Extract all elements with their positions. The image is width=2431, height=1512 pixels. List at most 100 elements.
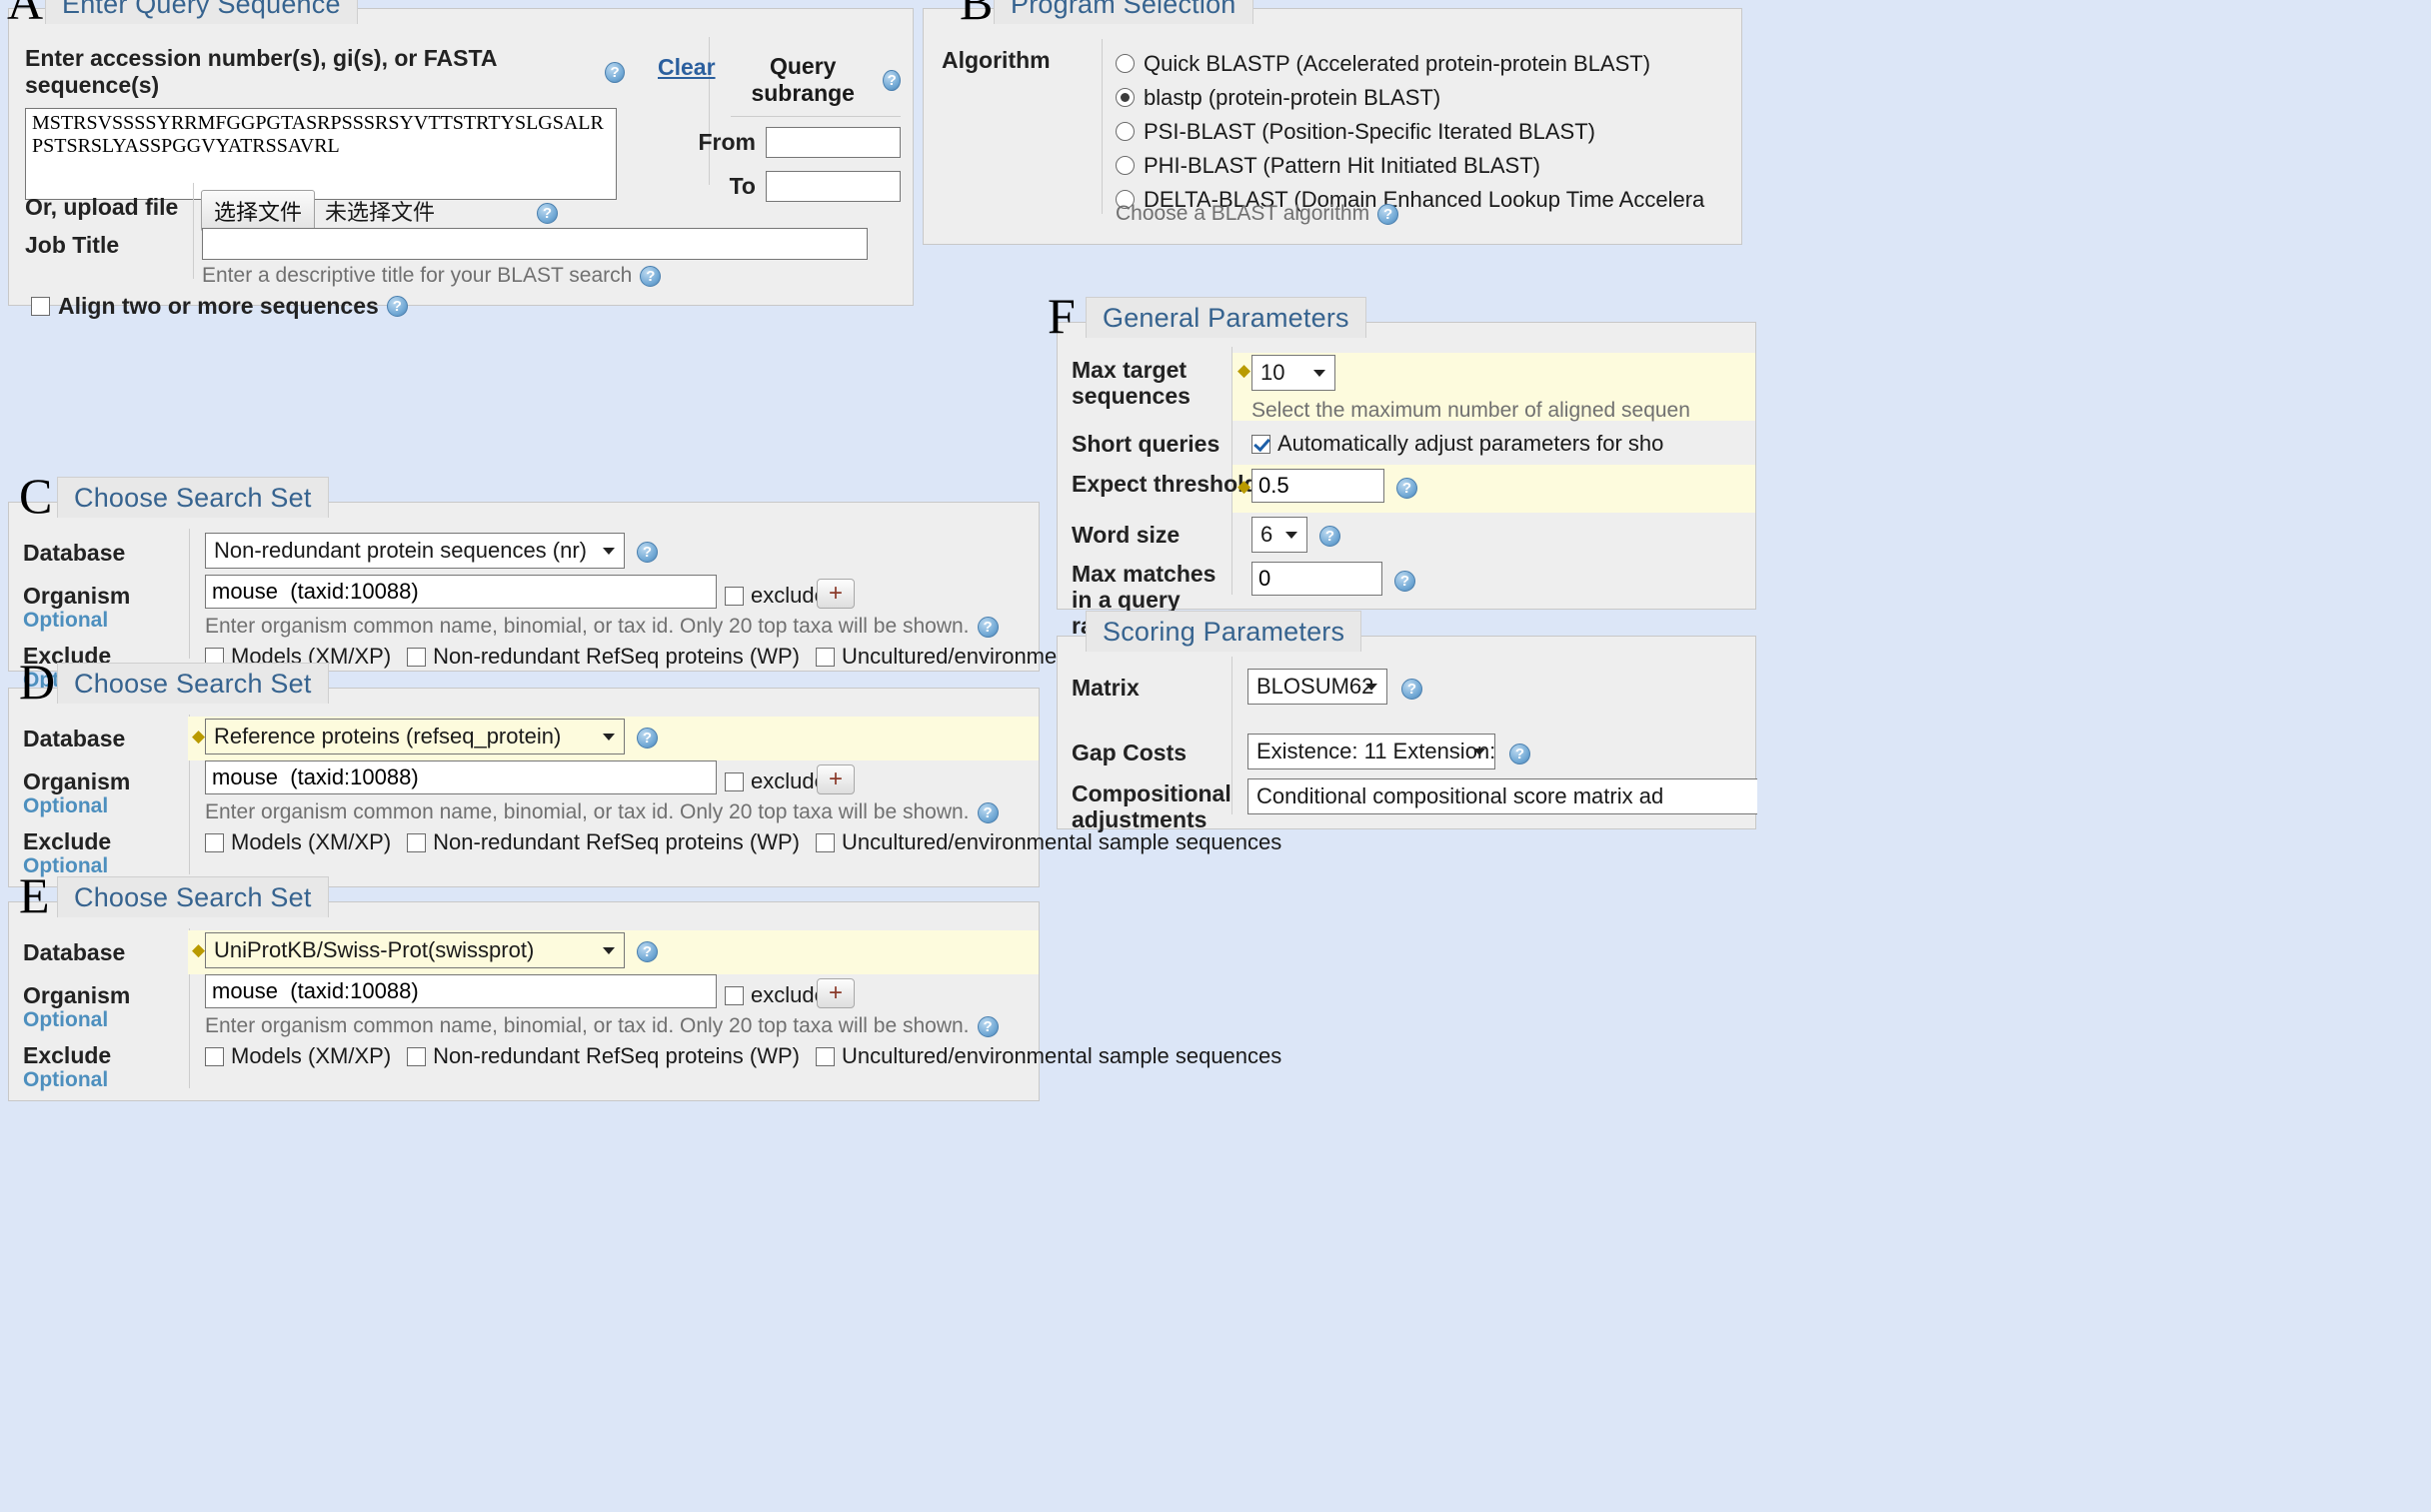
panel-d-legend: Choose Search Set [57, 663, 329, 704]
algorithm-option-1[interactable]: blastp (protein-protein BLAST) [1116, 83, 1735, 112]
help-icon-max-matches[interactable] [1394, 571, 1415, 592]
exclude-option-checkbox-0[interactable] [205, 832, 224, 852]
radio-algorithm-0[interactable] [1116, 54, 1135, 73]
exclude-option-1[interactable]: Non-redundant RefSeq proteins (WP) [407, 829, 800, 855]
exclude-option-1[interactable]: Non-redundant RefSeq proteins (WP) [407, 644, 800, 670]
max-target-hint: Select the maximum number of aligned seq… [1251, 399, 1690, 422]
exclude-option-2[interactable]: Uncultured/environmental sample sequence… [816, 829, 1281, 855]
exclude-option-checkbox-1[interactable] [407, 1046, 427, 1066]
query-sequence-label: Enter accession number(s), gi(s), or FAS… [25, 45, 625, 99]
exclude-option-label: Models (XM/XP) [231, 1043, 392, 1068]
help-icon-organism[interactable] [977, 616, 999, 638]
subrange-to-input[interactable] [766, 171, 901, 202]
organism-label: Organism [23, 982, 131, 1008]
exclude-option-checkbox-2[interactable] [816, 832, 836, 852]
exclude-organism-row[interactable]: exclude [725, 982, 827, 1008]
divider-algorithm [1102, 39, 1103, 214]
panel-letter-e: E [19, 867, 50, 923]
database-select[interactable]: UniProtKB/Swiss-Prot(swissprot) [205, 932, 625, 968]
expect-threshold-input[interactable] [1251, 469, 1384, 503]
organism-input[interactable] [205, 575, 717, 609]
help-icon-job-title[interactable] [640, 265, 662, 287]
max-target-sequences-label: Max target sequences [1072, 357, 1191, 409]
word-size-select[interactable]: 6 [1251, 517, 1307, 553]
help-icon-expect[interactable] [1396, 478, 1417, 499]
exclude-option-checkbox-2[interactable] [816, 1046, 836, 1066]
max-matches-input[interactable] [1251, 562, 1382, 596]
panel-f-legend: General Parameters [1086, 297, 1366, 338]
help-icon-subrange[interactable] [883, 69, 901, 91]
algorithm-option-3[interactable]: PHI-BLAST (Pattern Hit Initiated BLAST) [1116, 151, 1735, 180]
add-organism-button[interactable]: + [817, 978, 855, 1008]
exclude-option-checkbox-2[interactable] [816, 647, 836, 667]
align-two-sequences-checkbox[interactable] [31, 297, 50, 316]
compositional-adjustments-label: Compositional adjustments [1072, 780, 1231, 832]
exclude-organism-checkbox[interactable] [725, 985, 744, 1005]
help-icon-matrix[interactable] [1401, 679, 1422, 700]
scoring-legend: Scoring Parameters [1086, 611, 1362, 652]
exclude-section-label: Exclude [23, 828, 112, 854]
help-icon-database[interactable] [637, 941, 658, 962]
panel-letter-d: D [19, 654, 56, 710]
choose-file-button[interactable]: 选择文件 [201, 190, 316, 232]
exclude-organism-checkbox[interactable] [725, 586, 744, 606]
exclude-organism-row[interactable]: exclude [725, 583, 827, 609]
radio-algorithm-1[interactable] [1116, 88, 1135, 107]
help-icon-upload[interactable] [537, 203, 558, 224]
subrange-from-input[interactable] [766, 127, 901, 158]
algorithm-option-0[interactable]: Quick BLASTP (Accelerated protein-protei… [1116, 49, 1735, 78]
compositional-adjustments-select[interactable]: Conditional compositional score matrix a… [1247, 778, 1757, 814]
exclude-option-label: Non-redundant RefSeq proteins (WP) [433, 1043, 801, 1068]
help-icon-database[interactable] [637, 542, 658, 563]
organism-input[interactable] [205, 760, 717, 794]
exclude-organism-row[interactable]: exclude [725, 768, 827, 794]
panel-c-legend: Choose Search Set [57, 477, 329, 518]
exclude-option-checkbox-1[interactable] [407, 832, 427, 852]
panel-e-legend: Choose Search Set [57, 876, 329, 917]
database-select[interactable]: Non-redundant protein sequences (nr) [205, 533, 625, 569]
radio-algorithm-3[interactable] [1116, 156, 1135, 175]
exclude-option-checkbox-1[interactable] [407, 647, 427, 667]
word-size-label: Word size [1072, 522, 1181, 548]
job-title-hint: Enter a descriptive title for your BLAST… [202, 264, 633, 287]
add-organism-button[interactable]: + [817, 764, 855, 794]
help-icon-gap-costs[interactable] [1509, 744, 1530, 764]
exclude-organism-checkbox[interactable] [725, 771, 744, 791]
no-file-chosen-text: 未选择文件 [325, 200, 436, 225]
help-icon-algorithm[interactable] [1377, 203, 1399, 225]
short-queries-checkbox[interactable] [1251, 434, 1270, 454]
algorithm-option-2[interactable]: PSI-BLAST (Position-Specific Iterated BL… [1116, 117, 1735, 146]
help-icon-word-size[interactable] [1319, 526, 1340, 547]
from-label: From [698, 129, 757, 155]
panel-choose-search-set-e: E Choose Search Set Database ◆ UniProtKB… [8, 870, 1281, 1101]
database-select[interactable]: Reference proteins (refseq_protein) [205, 719, 625, 755]
exclude-option-0[interactable]: Models (XM/XP) [205, 829, 391, 855]
gap-costs-select[interactable]: Existence: 11 Extension: 1 [1247, 734, 1495, 769]
exclude-organism-label: exclude [751, 583, 827, 608]
query-sequence-textarea[interactable]: MSTRSVSSSSYRRMFGGPGTASRPSSSRSYVTTSTRTYSL… [25, 108, 617, 200]
max-target-sequences-select[interactable]: 10 [1251, 355, 1335, 391]
exclude-option-checkbox-0[interactable] [205, 1046, 224, 1066]
exclude-option-1[interactable]: Non-redundant RefSeq proteins (WP) [407, 1043, 800, 1069]
exclude-option-2[interactable]: Uncultured/environmental sample sequence… [816, 1043, 1281, 1069]
help-icon-organism[interactable] [977, 801, 999, 823]
chevron-down-icon [603, 734, 615, 741]
organism-input[interactable] [205, 974, 717, 1008]
clear-link[interactable]: Clear [658, 54, 716, 81]
help-icon-query[interactable] [605, 61, 625, 83]
radio-algorithm-2[interactable] [1116, 122, 1135, 141]
panel-letter-a: A [7, 0, 44, 30]
add-organism-button[interactable]: + [817, 579, 855, 609]
exclude-option-label: Non-redundant RefSeq proteins (WP) [433, 644, 801, 669]
matrix-select[interactable]: BLOSUM62 [1247, 669, 1387, 705]
exclude-option-0[interactable]: Models (XM/XP) [205, 1043, 391, 1069]
help-icon-align-two[interactable] [386, 296, 408, 317]
help-icon-organism[interactable] [977, 1015, 999, 1037]
chevron-down-icon [603, 947, 615, 954]
help-icon-database[interactable] [637, 728, 658, 749]
job-title-input[interactable] [202, 228, 868, 260]
modified-marker-expect: ◆ [1237, 477, 1251, 496]
database-label: Database [23, 540, 126, 566]
exclude-option-label: Non-redundant RefSeq proteins (WP) [433, 829, 801, 854]
algorithm-option-label: Quick BLASTP (Accelerated protein-protei… [1144, 50, 1651, 76]
